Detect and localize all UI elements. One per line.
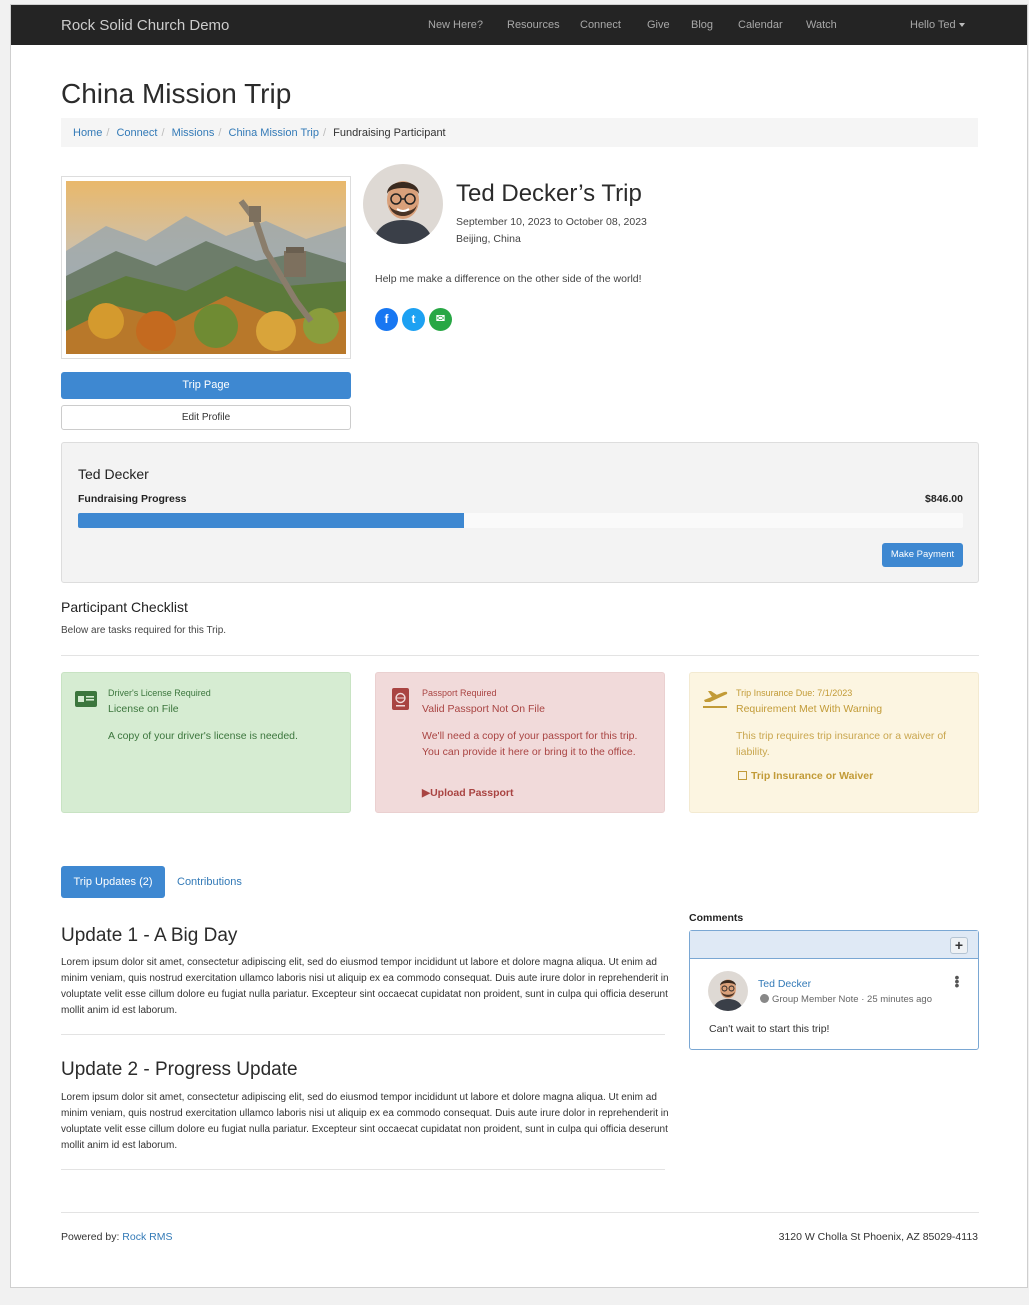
passport-icon	[392, 688, 409, 710]
breadcrumb-separator: /	[322, 127, 327, 139]
update-body: Lorem ipsum dolor sit amet, consectetur …	[61, 957, 669, 1016]
comment-meta: Group Member Note · 25 minutes ago	[760, 994, 932, 1005]
trip-location: Beijing, China	[456, 233, 521, 245]
comments-title: Comments	[689, 912, 744, 924]
breadcrumb-connect[interactable]: Connect	[116, 127, 157, 139]
nav-watch[interactable]: Watch	[806, 19, 837, 31]
checklist-header: Driver's License Required	[108, 688, 211, 698]
browser-page: Rock Solid Church Demo New Here? Resourc…	[10, 4, 1028, 1288]
email-icon: ✉	[435, 313, 446, 325]
facebook-icon: f	[384, 312, 389, 326]
divider	[61, 1169, 665, 1170]
checklist-header: Trip Insurance Due: 7/1/2023	[736, 688, 852, 698]
fundraising-panel: Ted Decker Fundraising Progress $846.00 …	[61, 442, 979, 583]
checklist-title: Participant Checklist	[61, 599, 188, 615]
checklist-card-drivers-license: Driver's License Required License on Fil…	[61, 672, 351, 813]
checklist-body: We'll need a copy of your passport for t…	[422, 730, 638, 758]
breadcrumb-home[interactable]: Home	[73, 127, 102, 139]
more-options-icon[interactable]: • • •	[954, 970, 960, 992]
checklist-status: Requirement Met With Warning	[736, 703, 883, 715]
nav-resources[interactable]: Resources	[507, 19, 560, 31]
breadcrumb-current: Fundraising Participant	[333, 127, 446, 139]
fundraising-amount: $846.00	[925, 493, 963, 505]
upload-passport-link[interactable]: ▶Upload Passport	[422, 787, 514, 799]
powered-by-label: Powered by:	[61, 1231, 120, 1243]
checklist-subtitle: Below are tasks required for this Trip.	[61, 625, 227, 636]
id-card-icon	[75, 691, 97, 707]
trip-dates: September 10, 2023 to October 08, 2023	[456, 216, 647, 228]
breadcrumb: Home / Connect / Missions / China Mission T…	[61, 118, 978, 147]
play-circle-icon: ▶	[422, 787, 431, 799]
participant-name: Ted Decker	[78, 466, 149, 482]
upload-passport-label: Upload Passport	[430, 787, 514, 799]
nav-give[interactable]: Give	[647, 19, 670, 31]
email-share-button[interactable]: ✉	[429, 308, 452, 331]
breadcrumb-separator: /	[106, 127, 110, 139]
facebook-share-button[interactable]: f	[375, 308, 398, 331]
progress-fill	[78, 513, 464, 528]
trip-title: Ted Decker’s Trip	[456, 180, 642, 207]
footer-address: 3120 W Cholla St Phoenix, AZ 85029-4113	[778, 1231, 978, 1243]
comments-panel: + Ted Decker Group Member Note · 25 minu…	[689, 930, 979, 1050]
checklist-card-passport: Passport Required Valid Passport Not On …	[375, 672, 665, 813]
update-title: Update 1 - A Big Day	[61, 925, 238, 946]
comment-meta-text: Group Member Note · 25 minutes ago	[772, 994, 932, 1005]
checklist-body: This trip requires trip insurance or a w…	[736, 730, 947, 758]
person-photo	[708, 971, 748, 1011]
caret-down-icon	[958, 23, 965, 28]
great-wall-image	[66, 181, 346, 354]
twitter-icon: t	[411, 312, 416, 326]
page-title: China Mission Trip	[61, 78, 292, 109]
footer-powered-by: Powered by: Rock RMS	[61, 1231, 172, 1243]
plane-departure-icon	[703, 691, 728, 708]
trip-insurance-checkbox[interactable]: Trip Insurance or Waiver	[738, 770, 873, 782]
twitter-share-button[interactable]: t	[402, 308, 425, 331]
trip-tagline: Help me make a difference on the other s…	[375, 273, 642, 285]
update-title: Update 2 - Progress Update	[61, 1059, 298, 1080]
nav-blog[interactable]: Blog	[691, 19, 713, 31]
trip-page-button[interactable]: Trip Page	[61, 372, 351, 399]
breadcrumb-missions[interactable]: Missions	[172, 127, 215, 139]
divider	[61, 1212, 979, 1213]
plus-icon: +	[954, 937, 964, 953]
checkbox-icon	[738, 771, 747, 780]
nav-new-here[interactable]: New Here?	[428, 19, 483, 31]
checklist-status: License on File	[108, 703, 179, 715]
top-navbar: Rock Solid Church Demo New Here? Resourc…	[11, 5, 1027, 45]
make-payment-button[interactable]: Make Payment	[882, 543, 963, 567]
user-menu[interactable]: Hello Ted	[910, 19, 965, 31]
checklist-header: Passport Required	[422, 688, 497, 698]
nav-connect[interactable]: Connect	[580, 19, 621, 31]
add-comment-button[interactable]: +	[950, 937, 968, 954]
update-body: Lorem ipsum dolor sit amet, consectetur …	[61, 1092, 669, 1151]
tab-contributions[interactable]: Contributions	[177, 876, 242, 888]
comments-header: +	[690, 931, 978, 959]
rock-rms-link[interactable]: Rock RMS	[122, 1231, 172, 1243]
breadcrumb-trip[interactable]: China Mission Trip	[229, 127, 319, 139]
checklist-body: A copy of your driver's license is neede…	[108, 730, 298, 742]
trip-insurance-label: Trip Insurance or Waiver	[751, 770, 874, 782]
site-brand[interactable]: Rock Solid Church Demo	[61, 17, 229, 34]
tab-trip-updates[interactable]: Trip Updates (2)	[61, 866, 165, 898]
fundraising-progress-label: Fundraising Progress	[78, 493, 187, 505]
fundraising-progress-bar	[78, 513, 963, 528]
person-photo	[363, 164, 443, 244]
trip-photo	[61, 176, 351, 359]
breadcrumb-separator: /	[218, 127, 222, 139]
avatar	[708, 971, 748, 1011]
checklist-due-date: Due: 7/1/2023	[795, 688, 853, 698]
edit-profile-button[interactable]: Edit Profile	[61, 405, 351, 430]
checklist-card-trip-insurance: Trip Insurance Due: 7/1/2023 Requirement…	[689, 672, 979, 813]
divider	[61, 655, 979, 656]
breadcrumb-separator: /	[161, 127, 165, 139]
divider	[61, 1034, 665, 1035]
checklist-status: Valid Passport Not On File	[422, 703, 545, 715]
comment-author[interactable]: Ted Decker	[758, 978, 811, 990]
user-menu-label: Hello Ted	[910, 19, 956, 31]
checklist-header-text: Trip Insurance	[736, 688, 794, 698]
nav-calendar[interactable]: Calendar	[738, 19, 783, 31]
participant-avatar	[363, 164, 443, 244]
status-dot-icon	[760, 994, 769, 1003]
comment-text: Can't wait to start this trip!	[709, 1023, 830, 1035]
